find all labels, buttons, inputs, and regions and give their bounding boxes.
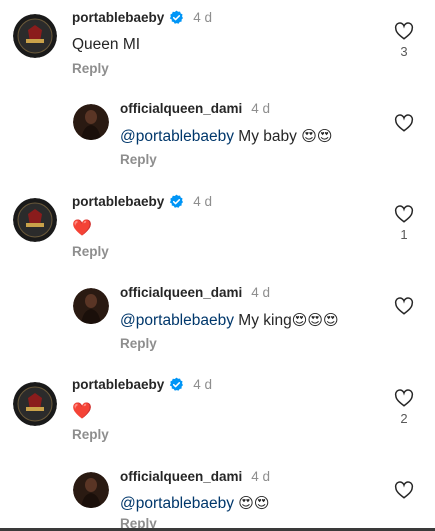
emoji: 😍😍😍 [291, 311, 339, 329]
mention-link[interactable]: @portablebaeby [120, 128, 234, 145]
timestamp: 4 d [193, 10, 213, 25]
avatar[interactable] [73, 104, 109, 140]
avatar[interactable] [13, 198, 57, 242]
username[interactable]: portablebaeby [72, 377, 164, 392]
username[interactable]: officialqueen_dami [120, 101, 242, 116]
heart-outline-icon [394, 22, 414, 40]
timestamp: 4 d [193, 377, 213, 392]
username[interactable]: portablebaeby [72, 194, 164, 209]
like-count: 2 [400, 411, 408, 426]
comment-text: ❤️ [72, 220, 92, 237]
verified-badge-icon [169, 194, 184, 209]
verified-badge-icon [169, 377, 184, 392]
avatar[interactable] [73, 472, 109, 508]
username[interactable]: officialqueen_dami [120, 285, 242, 300]
comment-text: @portablebaeby My baby 😍😍 [120, 127, 332, 146]
username[interactable]: officialqueen_dami [120, 469, 242, 484]
username[interactable]: portablebaeby [72, 10, 164, 25]
reply-button[interactable]: Reply [120, 336, 157, 351]
comment-text: Queen MI [72, 36, 141, 53]
emoji: 😍😍 [238, 494, 270, 512]
like-button[interactable] [392, 114, 416, 132]
emoji: 😍😍 [301, 127, 333, 145]
heart-outline-icon [394, 114, 414, 132]
like-button[interactable]: 2 [392, 389, 416, 426]
comment-body: My king [233, 312, 292, 329]
comment-text: @portablebaeby 😍😍 [120, 494, 270, 513]
avatar[interactable] [73, 288, 109, 324]
comment-text: ❤️ [72, 403, 92, 420]
like-button[interactable]: 3 [392, 22, 416, 59]
like-count: 3 [400, 44, 408, 59]
timestamp: 4 d [251, 285, 271, 300]
heart-outline-icon [394, 389, 414, 407]
reply-button[interactable]: Reply [72, 61, 109, 76]
verified-badge-icon [169, 10, 184, 25]
like-button[interactable]: 1 [392, 205, 416, 242]
reply-button[interactable]: Reply [72, 244, 109, 259]
mention-link[interactable]: @portablebaeby [120, 312, 234, 329]
heart-outline-icon [394, 205, 414, 223]
comment-text: @portablebaeby My king😍😍😍 [120, 311, 339, 330]
like-button[interactable] [392, 297, 416, 315]
heart-outline-icon [394, 481, 414, 499]
reply-button[interactable]: Reply [72, 427, 109, 442]
timestamp: 4 d [251, 101, 271, 116]
mention-link[interactable]: @portablebaeby [120, 495, 234, 512]
reply-button[interactable]: Reply [120, 152, 157, 167]
like-button[interactable] [392, 481, 416, 499]
heart-outline-icon [394, 297, 414, 315]
like-count: 1 [400, 227, 408, 242]
comment-body: My baby [233, 128, 302, 145]
timestamp: 4 d [193, 194, 213, 209]
timestamp: 4 d [251, 469, 271, 484]
avatar[interactable] [13, 382, 57, 426]
avatar[interactable] [13, 14, 57, 58]
